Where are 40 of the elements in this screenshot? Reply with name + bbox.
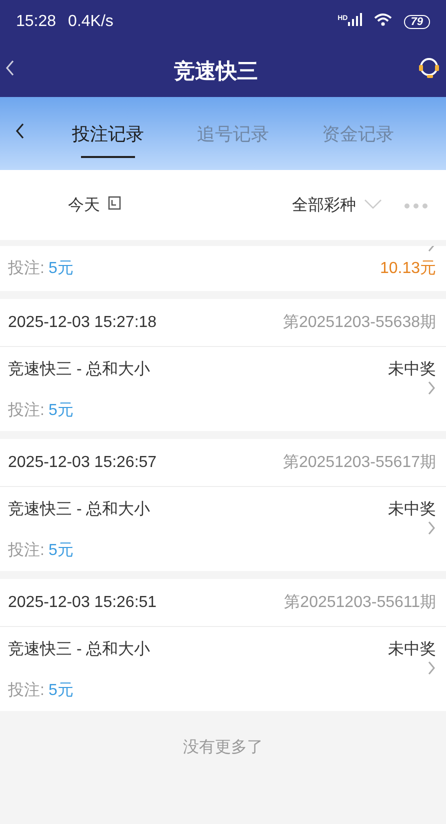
headset-icon[interactable]: [416, 55, 442, 81]
bet-result: 未中奖: [388, 500, 436, 520]
win-amount: 10.13元: [380, 259, 436, 279]
game-name: 竞速快三 - 总和大小: [8, 500, 150, 520]
battery-indicator: 79: [404, 15, 430, 29]
chevron-icon[interactable]: [427, 520, 436, 534]
list-end-text: 没有更多了: [183, 739, 263, 756]
period-number: 第20251203-55638期: [282, 313, 436, 333]
chevron-icon[interactable]: [427, 380, 436, 394]
back-icon[interactable]: [14, 122, 26, 140]
period-number: 第20251203-55617期: [282, 453, 436, 473]
more-icon[interactable]: [404, 203, 428, 209]
bet-time: 2025-12-03 15:27:18: [8, 314, 157, 332]
stake-amount: 5元: [48, 682, 74, 699]
signal-icon: [348, 13, 362, 26]
wifi-icon: [374, 13, 392, 26]
stake-amount: 5元: [48, 402, 74, 419]
stake-label: 投注:: [8, 542, 44, 559]
tab[interactable]: 投注记录: [68, 97, 148, 170]
back-icon[interactable]: [4, 59, 16, 77]
bet-time: 2025-12-03 15:26:51: [8, 594, 157, 612]
network-speed: 0.4K/s: [68, 13, 114, 31]
game-name: 竞速快三 - 总和大小: [8, 360, 150, 380]
bet-result: 未中奖: [388, 640, 436, 660]
dropdown-icon[interactable]: [364, 199, 382, 209]
period-number: 第20251203-55611期: [284, 593, 436, 613]
calendar-icon[interactable]: [108, 196, 121, 210]
game-name: 竞速快三 - 总和大小: [8, 640, 150, 660]
stake-amount: 5元: [48, 542, 74, 559]
stake-label: 投注:: [8, 402, 44, 419]
stake-label: 投注:: [8, 260, 44, 277]
bet-time: 2025-12-03 15:26:57: [8, 454, 157, 472]
chevron-icon[interactable]: [427, 660, 436, 674]
stake-label: 投注:: [8, 682, 44, 699]
date-filter[interactable]: 今天: [68, 194, 100, 216]
page-title: 竞速快三: [174, 58, 258, 84]
clock: 15:28: [16, 13, 56, 31]
bet-result: 未中奖: [388, 360, 436, 380]
stake-amount: 5元: [48, 260, 74, 277]
lottery-filter[interactable]: 全部彩种: [292, 194, 356, 216]
